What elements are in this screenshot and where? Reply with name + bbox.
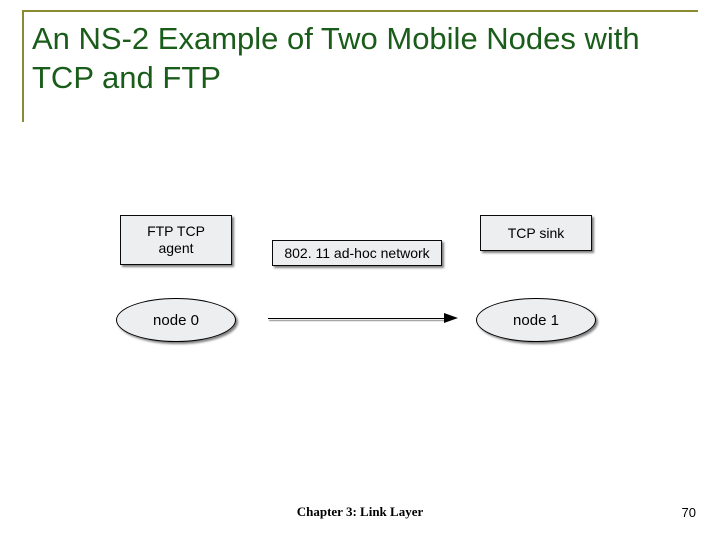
arrow-head-icon	[444, 313, 458, 323]
diagram-area: FTP TCPagent 802. 11 ad-hoc network TCP …	[0, 200, 720, 400]
page-title: An NS-2 Example of Two Mobile Nodes with…	[32, 20, 698, 98]
ftp-tcp-agent-label: FTP TCPagent	[147, 223, 205, 257]
node0-ellipse: node 0	[116, 298, 236, 342]
node1-ellipse: node 1	[476, 298, 596, 342]
network-label: 802. 11 ad-hoc network	[284, 245, 429, 262]
arrow-line	[268, 318, 444, 319]
node1-label: node 1	[513, 312, 559, 329]
ftp-tcp-agent-box: FTP TCPagent	[120, 215, 232, 265]
tcp-sink-label: TCP sink	[508, 225, 565, 242]
page-number: 70	[682, 505, 696, 520]
tcp-sink-box: TCP sink	[480, 215, 592, 251]
network-box: 802. 11 ad-hoc network	[272, 240, 442, 266]
node0-label: node 0	[153, 312, 199, 329]
title-block: An NS-2 Example of Two Mobile Nodes with…	[22, 10, 698, 122]
footer-center: Chapter 3: Link Layer	[0, 504, 720, 520]
